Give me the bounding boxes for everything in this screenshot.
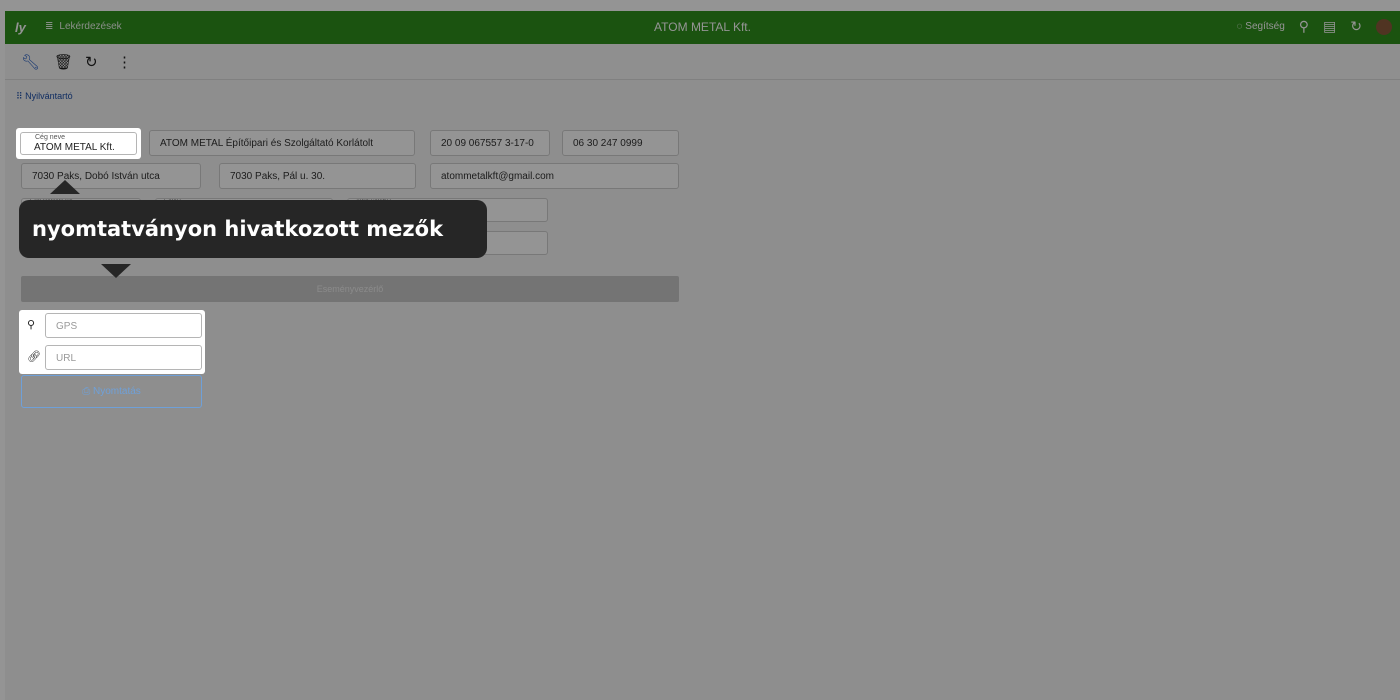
tour-tooltip: nyomtatványon hivatkozott mezők xyxy=(19,200,487,258)
location-pin-icon: ⚲ xyxy=(27,319,36,331)
tooltip-arrow-up xyxy=(50,180,80,194)
company-name-value: ATOM METAL Kft. xyxy=(34,142,115,153)
print-button-label: Nyomtatás xyxy=(92,386,141,397)
company-name-field[interactable]: Cég neve ATOM METAL Kft. xyxy=(20,132,137,155)
tour-overlay xyxy=(0,0,1400,700)
company-name-label: Cég neve xyxy=(33,134,67,141)
print-button[interactable]: ⎙ Nyomtatás xyxy=(21,375,202,408)
company-name-highlight: Cég neve ATOM METAL Kft. xyxy=(16,128,141,159)
printer-icon: ⎙ xyxy=(82,386,93,397)
tooltip-arrow-down xyxy=(101,264,131,278)
gps-input[interactable]: GPS xyxy=(45,313,202,338)
url-placeholder: URL xyxy=(56,353,77,364)
gps-url-highlight: ⚲ GPS 🔗︎ URL xyxy=(19,310,205,374)
link-icon: 🔗︎ xyxy=(27,351,41,363)
gps-placeholder: GPS xyxy=(56,321,78,332)
url-input[interactable]: URL xyxy=(45,345,202,370)
